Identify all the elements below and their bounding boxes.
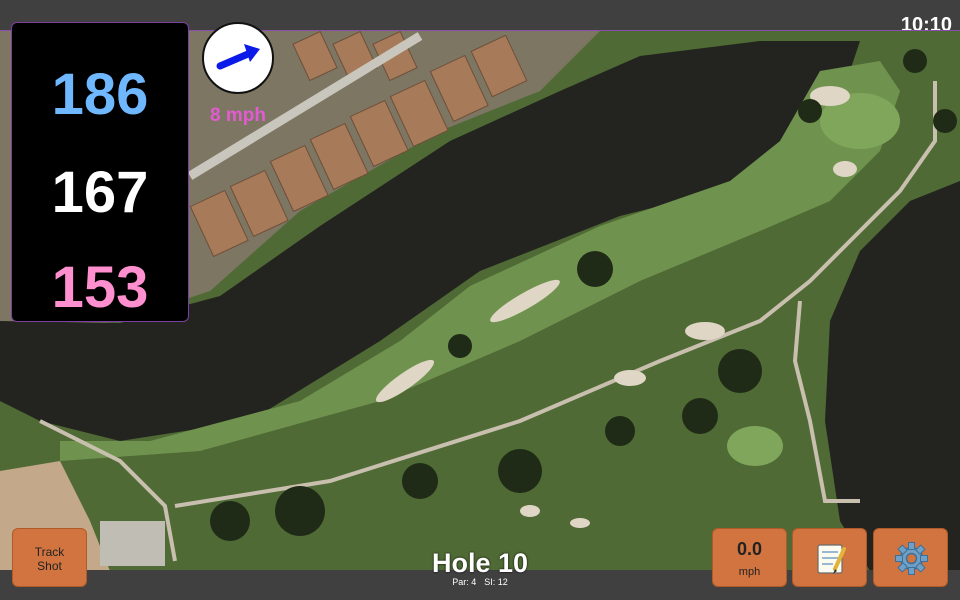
- wind-speed-label: 8 mph: [210, 105, 266, 126]
- settings-button[interactable]: [873, 528, 948, 587]
- track-shot-button[interactable]: Track Shot: [12, 528, 87, 587]
- speed-button[interactable]: 0.0 mph: [712, 528, 787, 587]
- notes-button[interactable]: [792, 528, 867, 587]
- arrow-icon: [216, 44, 260, 70]
- wind-direction-indicator: [202, 22, 274, 94]
- hole-stroke-index: SI: 12: [484, 577, 508, 587]
- distance-panel: 186 167 153: [11, 22, 189, 322]
- hole-par: Par: 4: [452, 577, 477, 587]
- distance-front: 153: [51, 255, 149, 320]
- hole-info: Par: 4 SI: 12: [380, 577, 580, 587]
- speed-unit: mph: [738, 566, 761, 578]
- gear-icon: [895, 542, 928, 575]
- distance-back: 186: [51, 62, 149, 127]
- distance-middle: 167: [51, 160, 149, 225]
- notepad-icon: [817, 544, 846, 574]
- hole-title: Hole 10: [431, 548, 529, 578]
- speed-value: 0.0: [736, 539, 763, 559]
- track-shot-label: Track Shot: [34, 545, 65, 573]
